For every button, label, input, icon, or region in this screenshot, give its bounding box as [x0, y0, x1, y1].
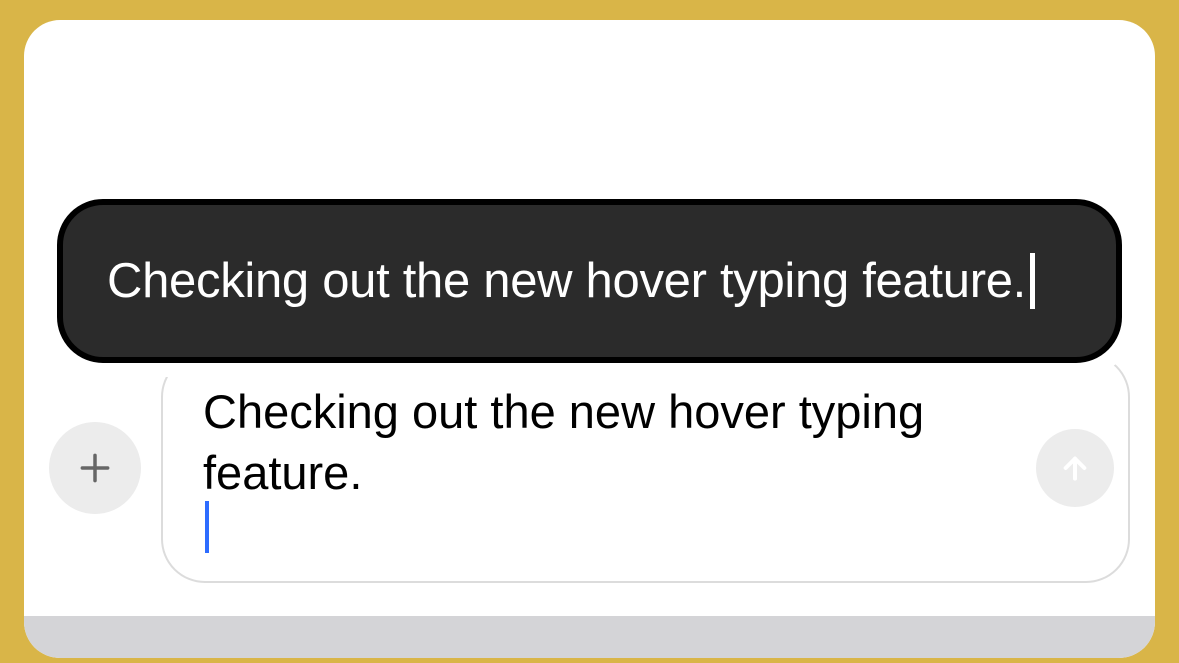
- hover-cursor: [1030, 253, 1035, 309]
- message-input[interactable]: Checking out the new hover typing featur…: [161, 353, 1130, 583]
- text-cursor: [205, 501, 209, 553]
- arrow-up-icon: [1059, 452, 1091, 484]
- compose-row: Checking out the new hover typing featur…: [49, 353, 1130, 583]
- hover-typing-field[interactable]: Checking out the new hover typing featur…: [57, 199, 1122, 363]
- hover-typing-text: Checking out the new hover typing featur…: [107, 253, 1026, 309]
- add-button[interactable]: [49, 422, 141, 514]
- send-button[interactable]: [1036, 429, 1114, 507]
- plus-icon: [76, 449, 114, 487]
- message-input-text: Checking out the new hover typing featur…: [203, 381, 1028, 503]
- hover-typing-overlay: Checking out the new hover typing featur…: [43, 185, 1136, 377]
- keyboard-strip: [24, 616, 1155, 658]
